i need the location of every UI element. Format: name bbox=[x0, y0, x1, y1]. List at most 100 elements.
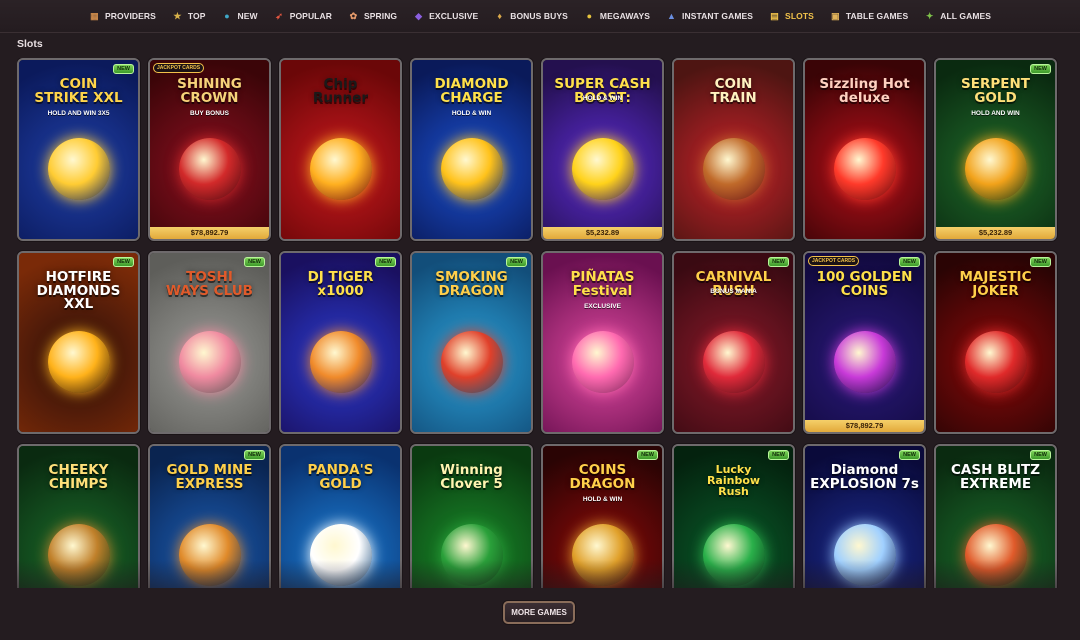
game-tile[interactable]: SUPER CASH BOOST: HOLD & WIN $5,232.89 bbox=[541, 58, 664, 241]
new-badge: NEW bbox=[637, 450, 658, 460]
game-tile[interactable]: SERPENT GOLD HOLD AND WIN NEW $5,232.89 bbox=[934, 58, 1057, 241]
new-badge: NEW bbox=[1030, 64, 1051, 74]
game-title: Sizzling Hot deluxe bbox=[819, 76, 910, 106]
game-emblem-icon bbox=[47, 138, 110, 200]
nav-item-instant-games[interactable]: ▲ INSTANT GAMES bbox=[658, 0, 761, 32]
game-emblem-icon bbox=[440, 138, 503, 200]
nav-item-label: TOP bbox=[187, 11, 206, 21]
nav-item-label: NEW bbox=[237, 11, 258, 21]
game-emblem-icon bbox=[702, 331, 765, 393]
game-title: COINS DRAGON bbox=[569, 462, 636, 492]
game-tile[interactable]: DJ TIGER x1000 NEW bbox=[279, 251, 402, 434]
game-title: SERPENT GOLD bbox=[961, 76, 1030, 106]
game-tile[interactable]: COIN TRAIN bbox=[672, 58, 795, 241]
game-subtitle: BUY BONUS bbox=[190, 110, 229, 117]
nav-item-label: POPULAR bbox=[289, 11, 332, 21]
nav-item-label: SLOTS bbox=[785, 11, 814, 21]
nav-item-spring[interactable]: ✿ SPRING bbox=[340, 0, 405, 32]
game-title: HOTFIRE DIAMONDS XXL bbox=[36, 269, 121, 312]
game-tile[interactable]: PIÑATAS Festival EXCLUSIVE bbox=[541, 251, 664, 434]
game-tile[interactable]: 100 GOLDEN COINS NEW JACKPOT CARDS $78,892.… bbox=[803, 251, 926, 434]
game-subtitle: HOLD & WIN bbox=[451, 110, 492, 117]
game-title: COIN STRIKE XXL bbox=[34, 76, 123, 106]
nav-item-providers[interactable]: ▦ PROVIDERS bbox=[81, 0, 164, 32]
game-emblem-icon bbox=[964, 331, 1027, 393]
game-title: COIN TRAIN bbox=[710, 76, 757, 106]
flower-icon: ✿ bbox=[349, 10, 358, 21]
game-tile[interactable]: SHINING CROWN BUY BONUS JACKPOT CARDS $78,8… bbox=[148, 58, 271, 241]
slot-machine-icon: ▤ bbox=[770, 10, 779, 21]
game-emblem-icon bbox=[309, 331, 372, 393]
game-subtitle: HOLD & WIN bbox=[582, 496, 623, 503]
nav-item-bonus-buys[interactable]: ♦ BONUS BUYS bbox=[486, 0, 576, 32]
game-tile[interactable]: TOSHI WAYS CLUB NEW bbox=[148, 251, 271, 434]
game-title: CHEEKY CHIMPS bbox=[48, 462, 109, 492]
nav-item-label: ALL GAMES bbox=[940, 11, 992, 21]
nav-item-all-games[interactable]: ✦ ALL GAMES bbox=[916, 0, 999, 32]
game-subtitle: HOLD AND WIN 3X5 bbox=[47, 110, 110, 117]
jackpot-cards-badge: JACKPOT CARDS bbox=[808, 256, 860, 266]
game-title: SMOKING DRAGON bbox=[435, 269, 508, 299]
section-title: Slots bbox=[17, 38, 43, 50]
providers-icon: ▦ bbox=[90, 10, 99, 21]
nav-item-label: INSTANT GAMES bbox=[682, 11, 754, 21]
nav-item-label: EXCLUSIVE bbox=[429, 11, 479, 21]
gem-icon: ◆ bbox=[415, 10, 423, 21]
new-badge: NEW bbox=[1030, 257, 1051, 267]
game-emblem-icon bbox=[571, 138, 634, 200]
nav-item-popular[interactable]: ➶ POPULAR bbox=[266, 0, 340, 32]
rocket-icon: ➶ bbox=[275, 10, 284, 21]
game-title: TOSHI WAYS CLUB bbox=[166, 269, 253, 299]
game-tile[interactable]: HOTFIRE DIAMONDS XXL NEW bbox=[17, 251, 140, 434]
game-tile[interactable]: MAJESTIC JOKER NEW bbox=[934, 251, 1057, 434]
game-title: PANDA'S GOLD bbox=[307, 462, 374, 492]
game-subtitle: HOLD AND WIN bbox=[971, 110, 1020, 117]
game-tile[interactable]: CARNIVAL RUSH BONUS MANIA NEW bbox=[672, 251, 795, 434]
jackpot-amount: $78,892.79 bbox=[150, 227, 269, 239]
new-badge: NEW bbox=[113, 64, 134, 74]
grid-icon: ✦ bbox=[925, 10, 934, 21]
game-emblem-icon bbox=[178, 138, 241, 200]
game-tile[interactable]: SMOKING DRAGON NEW bbox=[410, 251, 533, 434]
star-icon: ★ bbox=[173, 10, 182, 21]
game-title: Lucky Rainbow Rush bbox=[706, 463, 761, 498]
game-tile[interactable]: Sizzling Hot deluxe bbox=[803, 58, 926, 241]
game-emblem-icon bbox=[440, 331, 503, 393]
game-subtitle: EXCLUSIVE bbox=[584, 303, 621, 310]
nav-item-new[interactable]: ● NEW bbox=[214, 0, 266, 32]
game-emblem-icon bbox=[178, 331, 241, 393]
game-subtitle: BONUS MANIA bbox=[710, 288, 757, 295]
game-tile[interactable]: COIN STRIKE XXL HOLD AND WIN 3X5 NEW bbox=[17, 58, 140, 241]
cards-table-icon: ▣ bbox=[831, 10, 840, 21]
joystick-icon: ▲ bbox=[667, 10, 677, 21]
nav-item-top[interactable]: ★ TOP bbox=[164, 0, 214, 32]
jackpot-amount: $78,892.79 bbox=[805, 420, 924, 432]
game-tile[interactable]: DIAMOND CHARGE HOLD & WIN bbox=[410, 58, 533, 241]
game-emblem-icon bbox=[964, 138, 1027, 200]
game-emblem-icon bbox=[833, 138, 896, 200]
new-badge: NEW bbox=[113, 257, 134, 267]
game-emblem-icon bbox=[702, 138, 765, 200]
coin-icon: ● bbox=[586, 10, 593, 21]
globe-icon: ● bbox=[224, 10, 230, 21]
game-title: Chip Runner bbox=[312, 76, 369, 106]
new-badge: NEW bbox=[899, 450, 920, 460]
game-subtitle: HOLD & WIN bbox=[582, 95, 623, 102]
new-badge: NEW bbox=[244, 257, 265, 267]
game-tile[interactable]: Chip Runner bbox=[279, 58, 402, 241]
nav-item-megaways[interactable]: ● MEGAWAYS bbox=[576, 0, 658, 32]
more-games-button[interactable]: MORE GAMES bbox=[503, 601, 575, 624]
category-nav: ▦ PROVIDERS ★ TOP ● NEW ➶ POPULAR ✿ SPRING ◆ EXCLUS… bbox=[0, 0, 1080, 33]
new-badge: NEW bbox=[899, 257, 920, 267]
game-grid: COIN STRIKE XXL HOLD AND WIN 3X5 NEW SHININ… bbox=[17, 58, 1063, 588]
nav-item-label: SPRING bbox=[363, 11, 398, 21]
nav-item-label: MEGAWAYS bbox=[599, 11, 651, 21]
jackpot-cards-badge: JACKPOT CARDS bbox=[153, 63, 205, 73]
nav-item-table-games[interactable]: ▣ TABLE GAMES bbox=[822, 0, 916, 32]
new-badge: NEW bbox=[375, 257, 396, 267]
nav-item-slots[interactable]: ▤ SLOTS bbox=[761, 0, 822, 32]
nav-item-exclusive[interactable]: ◆ EXCLUSIVE bbox=[405, 0, 486, 32]
game-emblem-icon bbox=[571, 331, 634, 393]
game-title: SHINING CROWN bbox=[177, 76, 242, 106]
game-title: GOLD MINE EXPRESS bbox=[166, 462, 253, 492]
